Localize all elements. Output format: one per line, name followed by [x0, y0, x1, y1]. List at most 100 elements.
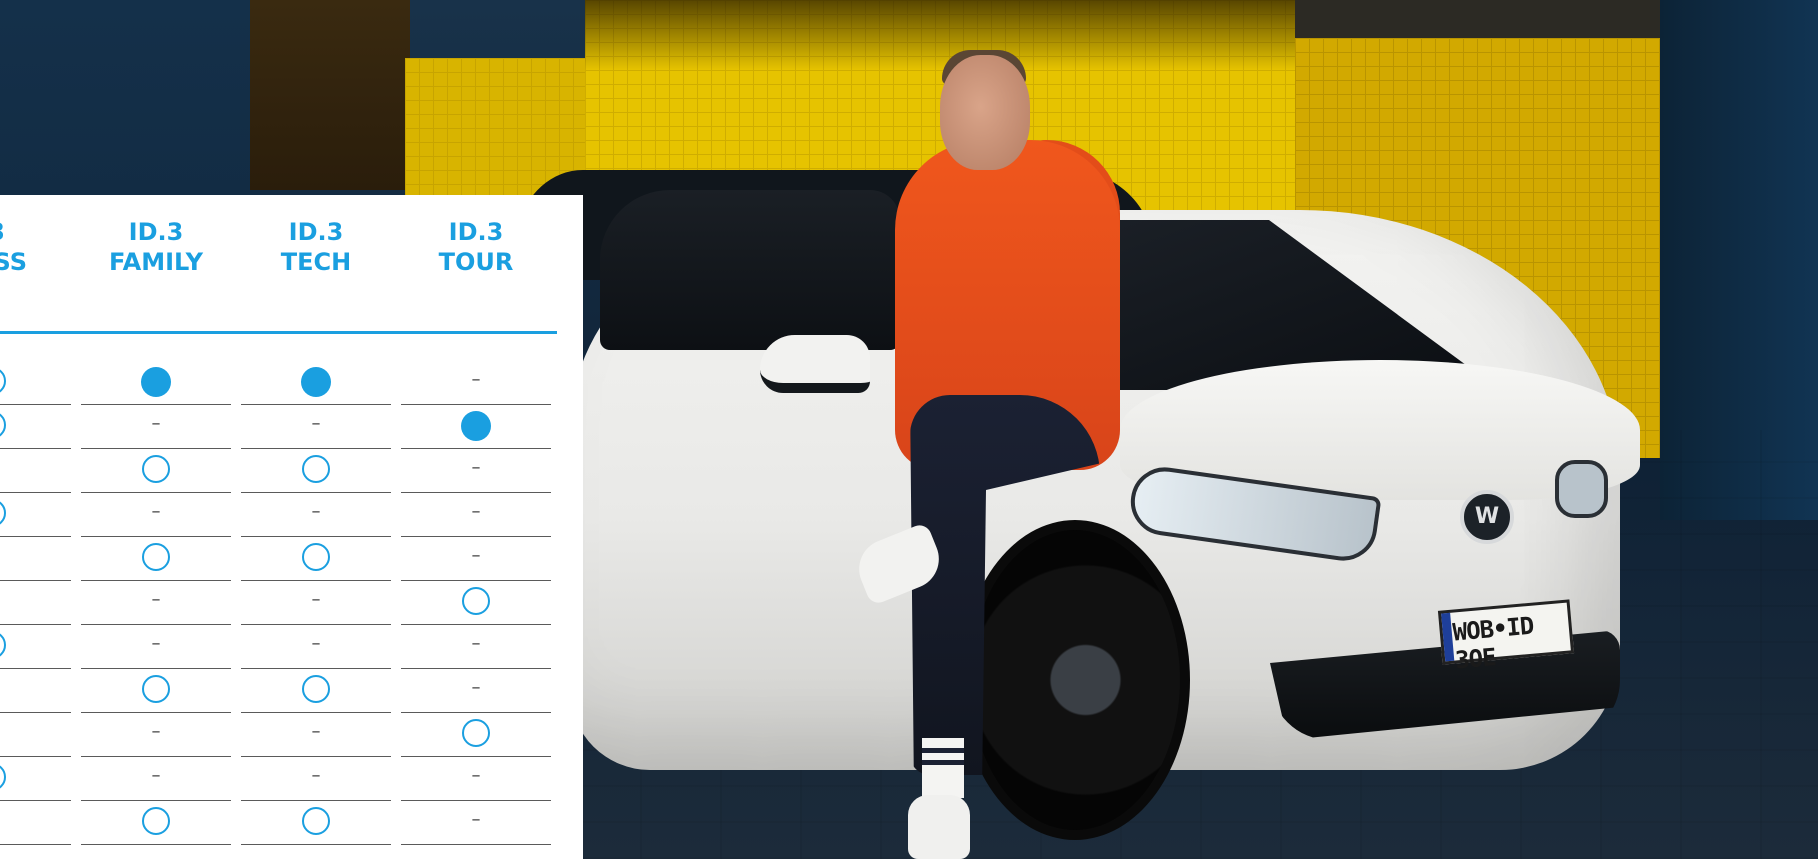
- not-available-dash: –: [151, 413, 161, 434]
- column-header-line1: ID.3: [288, 218, 344, 246]
- not-available-dash: –: [151, 589, 161, 610]
- vw-logo-icon: [1460, 490, 1514, 544]
- cell-tour: –: [401, 537, 551, 579]
- car-headlight-right: [1555, 460, 1608, 518]
- not-available-dash: –: [471, 633, 481, 654]
- table-row: –––: [0, 581, 583, 625]
- license-plate: WOB•ID 3OE: [1437, 599, 1575, 674]
- optional-feature-icon: [142, 543, 170, 571]
- cell-business: [0, 405, 67, 447]
- cell-tech: [241, 669, 391, 711]
- table-row: –: [0, 343, 583, 405]
- table-row: –––: [0, 493, 583, 537]
- cell-business: [0, 625, 67, 667]
- cell-business: –: [0, 581, 67, 623]
- cell-family: –: [81, 405, 231, 447]
- standard-feature-icon: [461, 411, 491, 441]
- column-header-line1: ID.3: [128, 218, 184, 246]
- optional-feature-icon: [142, 455, 170, 483]
- cell-family: [81, 361, 231, 403]
- cell-family: –: [81, 757, 231, 799]
- cell-family: [81, 537, 231, 579]
- optional-feature-icon: [0, 367, 6, 395]
- optional-feature-icon: [0, 411, 6, 439]
- cell-business: –: [0, 713, 67, 755]
- cell-tour: –: [401, 625, 551, 667]
- column-header-line2: FAMILY: [109, 248, 203, 276]
- not-available-dash: –: [311, 633, 321, 654]
- person-sock: [922, 738, 964, 798]
- standard-feature-icon: [301, 367, 331, 397]
- optional-feature-icon: [142, 675, 170, 703]
- cell-business: –: [0, 537, 67, 579]
- row-divider: [401, 844, 551, 845]
- header-divider: [0, 331, 557, 334]
- cell-family: –: [81, 581, 231, 623]
- not-available-dash: –: [311, 589, 321, 610]
- not-available-dash: –: [471, 501, 481, 522]
- cell-tour: –: [401, 669, 551, 711]
- cell-family: –: [81, 493, 231, 535]
- cell-tech: –: [241, 405, 391, 447]
- not-available-dash: –: [471, 677, 481, 698]
- cell-tech: [241, 361, 391, 403]
- not-available-dash: –: [471, 457, 481, 478]
- table-row: ––: [0, 537, 583, 581]
- not-available-dash: –: [471, 809, 481, 830]
- cell-tech: [241, 449, 391, 491]
- optional-feature-icon: [142, 807, 170, 835]
- optional-feature-icon: [302, 675, 330, 703]
- table-row: –––: [0, 625, 583, 669]
- cell-tech: –: [241, 581, 391, 623]
- column-header-line2: NESS: [0, 248, 27, 276]
- not-available-dash: –: [151, 721, 161, 742]
- cell-business: [0, 757, 67, 799]
- not-available-dash: –: [151, 765, 161, 786]
- cell-tour: –: [401, 757, 551, 799]
- table-row: ––: [0, 449, 583, 493]
- car-side-mirror: [760, 335, 870, 393]
- cell-family: –: [81, 713, 231, 755]
- table-row: –––: [0, 713, 583, 757]
- table-row: ––: [0, 405, 583, 449]
- cell-family: [81, 669, 231, 711]
- column-header-line2: TOUR: [438, 248, 514, 276]
- not-available-dash: –: [311, 413, 321, 434]
- row-divider: [241, 844, 391, 845]
- cell-tour: –: [401, 449, 551, 491]
- not-available-dash: –: [311, 765, 321, 786]
- cell-tour: [401, 405, 551, 447]
- column-header-line2: TECH: [280, 248, 352, 276]
- optional-feature-icon: [0, 763, 6, 791]
- table-row: ––: [0, 801, 583, 845]
- cell-tour: –: [401, 801, 551, 843]
- cell-business: [0, 493, 67, 535]
- cell-tech: –: [241, 493, 391, 535]
- cell-family: –: [81, 625, 231, 667]
- optional-feature-icon: [302, 455, 330, 483]
- optional-feature-icon: [0, 499, 6, 527]
- column-header-line1: .3: [0, 217, 67, 247]
- cell-tech: –: [241, 625, 391, 667]
- cell-tour: [401, 581, 551, 623]
- person-head: [940, 55, 1030, 170]
- cell-tech: –: [241, 757, 391, 799]
- column-header-family: ID.3 FAMILY: [81, 217, 231, 277]
- optional-feature-icon: [0, 631, 6, 659]
- standard-feature-icon: [141, 367, 171, 397]
- optional-feature-icon: [462, 587, 490, 615]
- not-available-dash: –: [151, 633, 161, 654]
- column-header-business: .3 NESS: [0, 217, 67, 277]
- not-available-dash: –: [471, 369, 481, 390]
- cell-tech: [241, 801, 391, 843]
- not-available-dash: –: [471, 545, 481, 566]
- trim-comparison-table: .3 NESS ID.3 FAMILY ID.3 TECH ID.3 TOUR …: [0, 195, 583, 859]
- column-header-line1: ID.3: [448, 218, 504, 246]
- cell-tech: [241, 537, 391, 579]
- column-header-tech: ID.3 TECH: [241, 217, 391, 277]
- optional-feature-icon: [302, 807, 330, 835]
- column-header-tour: ID.3 TOUR: [401, 217, 551, 277]
- person-shoe: [908, 795, 970, 859]
- not-available-dash: –: [311, 501, 321, 522]
- table-row: ––: [0, 669, 583, 713]
